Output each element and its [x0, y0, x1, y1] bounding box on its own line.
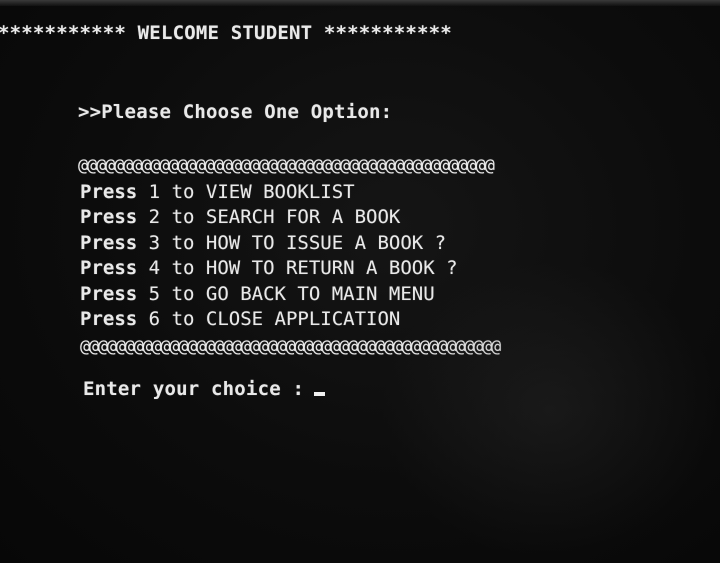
menu-border-bottom: @@@@@@@@@@@@@@@@@@@@@@@@@@@@@@@@@@@@@@@@…: [80, 337, 501, 357]
option-label: VIEW BOOKLIST: [205, 181, 355, 203]
text-cursor: [314, 392, 326, 396]
to-word: to: [171, 206, 195, 229]
to-word: to: [171, 257, 195, 280]
monitor-bezel: [0, 0, 720, 6]
option-label: CLOSE APPLICATION: [205, 308, 401, 331]
option-key: 1: [148, 181, 161, 203]
press-word: Press: [80, 282, 138, 305]
option-key: 3: [148, 231, 161, 254]
menu-option-4: Press 4 to HOW TO RETURN A BOOK ?: [80, 256, 458, 281]
option-key: 2: [148, 206, 161, 229]
press-word: Press: [80, 181, 138, 203]
option-label: GO BACK TO MAIN MENU: [205, 282, 435, 305]
menu-option-1: Press 1 to VIEW BOOKLIST: [80, 180, 458, 205]
to-word: to: [171, 181, 195, 203]
choose-option-prompt: >>Please Choose One Option:: [78, 101, 393, 123]
option-key: 4: [148, 257, 161, 280]
choice-input-label: Enter your choice :: [83, 378, 305, 400]
to-word: to: [171, 282, 195, 305]
option-key: 6: [148, 308, 161, 331]
menu-option-5: Press 5 to GO BACK TO MAIN MENU: [80, 282, 458, 307]
option-key: 5: [148, 282, 161, 305]
terminal-screen: *********** WELCOME STUDENT *********** …: [0, 0, 720, 563]
to-word: to: [171, 308, 195, 331]
menu-option-3: Press 3 to HOW TO ISSUE A BOOK ?: [80, 231, 458, 256]
option-label: HOW TO ISSUE A BOOK ?: [205, 231, 447, 254]
press-word: Press: [80, 231, 138, 254]
press-word: Press: [80, 308, 138, 331]
choice-input-line[interactable]: Enter your choice :: [83, 378, 326, 400]
welcome-header: *********** WELCOME STUDENT ***********: [0, 22, 452, 44]
menu-option-2: Press 2 to SEARCH FOR A BOOK: [80, 205, 458, 230]
press-word: Press: [80, 257, 138, 280]
option-label: SEARCH FOR A BOOK: [205, 206, 401, 229]
options-menu: Press 1 to VIEW BOOKLIST Press 2 to SEAR…: [80, 180, 458, 332]
menu-option-6: Press 6 to CLOSE APPLICATION: [80, 307, 458, 332]
option-label: HOW TO RETURN A BOOK ?: [205, 257, 458, 280]
press-word: Press: [80, 206, 138, 229]
menu-border-top: @@@@@@@@@@@@@@@@@@@@@@@@@@@@@@@@@@@@@@@@…: [78, 156, 495, 176]
to-word: to: [171, 231, 195, 254]
